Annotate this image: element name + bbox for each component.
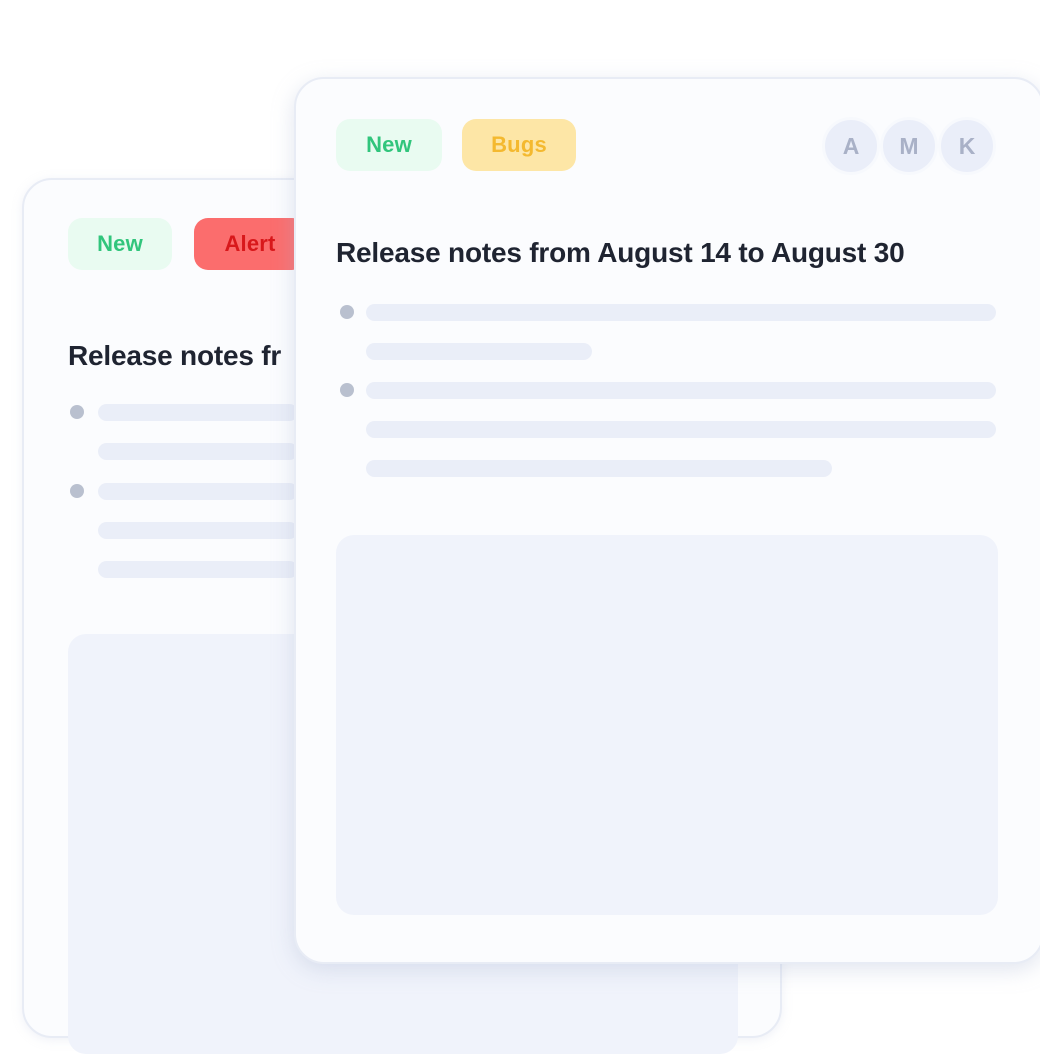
bullet-point (70, 405, 84, 419)
avatar[interactable]: A (822, 117, 880, 175)
alert-tag[interactable]: Alert (194, 218, 306, 270)
placeholder-line (98, 443, 298, 460)
placeholder-line (366, 304, 996, 321)
placeholder-line (366, 343, 592, 360)
avatar[interactable]: K (938, 117, 996, 175)
avatar[interactable]: M (880, 117, 938, 175)
bugs-tag[interactable]: Bugs (462, 119, 576, 171)
bullet-point (340, 305, 354, 319)
card-title: Release notes from August 14 to August 3… (336, 237, 905, 268)
placeholder-line (98, 404, 298, 421)
new-tag[interactable]: New (68, 218, 172, 270)
bullet-point (70, 484, 84, 498)
placeholder-line (366, 460, 832, 477)
placeholder-line (98, 561, 298, 578)
placeholder-line (366, 421, 996, 438)
content-preview-panel (336, 535, 998, 915)
placeholder-line (366, 382, 996, 399)
new-tag[interactable]: New (336, 119, 442, 171)
release-notes-card-front[interactable]: New Bugs A M K Release notes from August… (294, 77, 1040, 964)
placeholder-line (98, 483, 298, 500)
bullet-point (340, 383, 354, 397)
card-title: Release notes fr (68, 340, 282, 371)
placeholder-line (98, 522, 298, 539)
